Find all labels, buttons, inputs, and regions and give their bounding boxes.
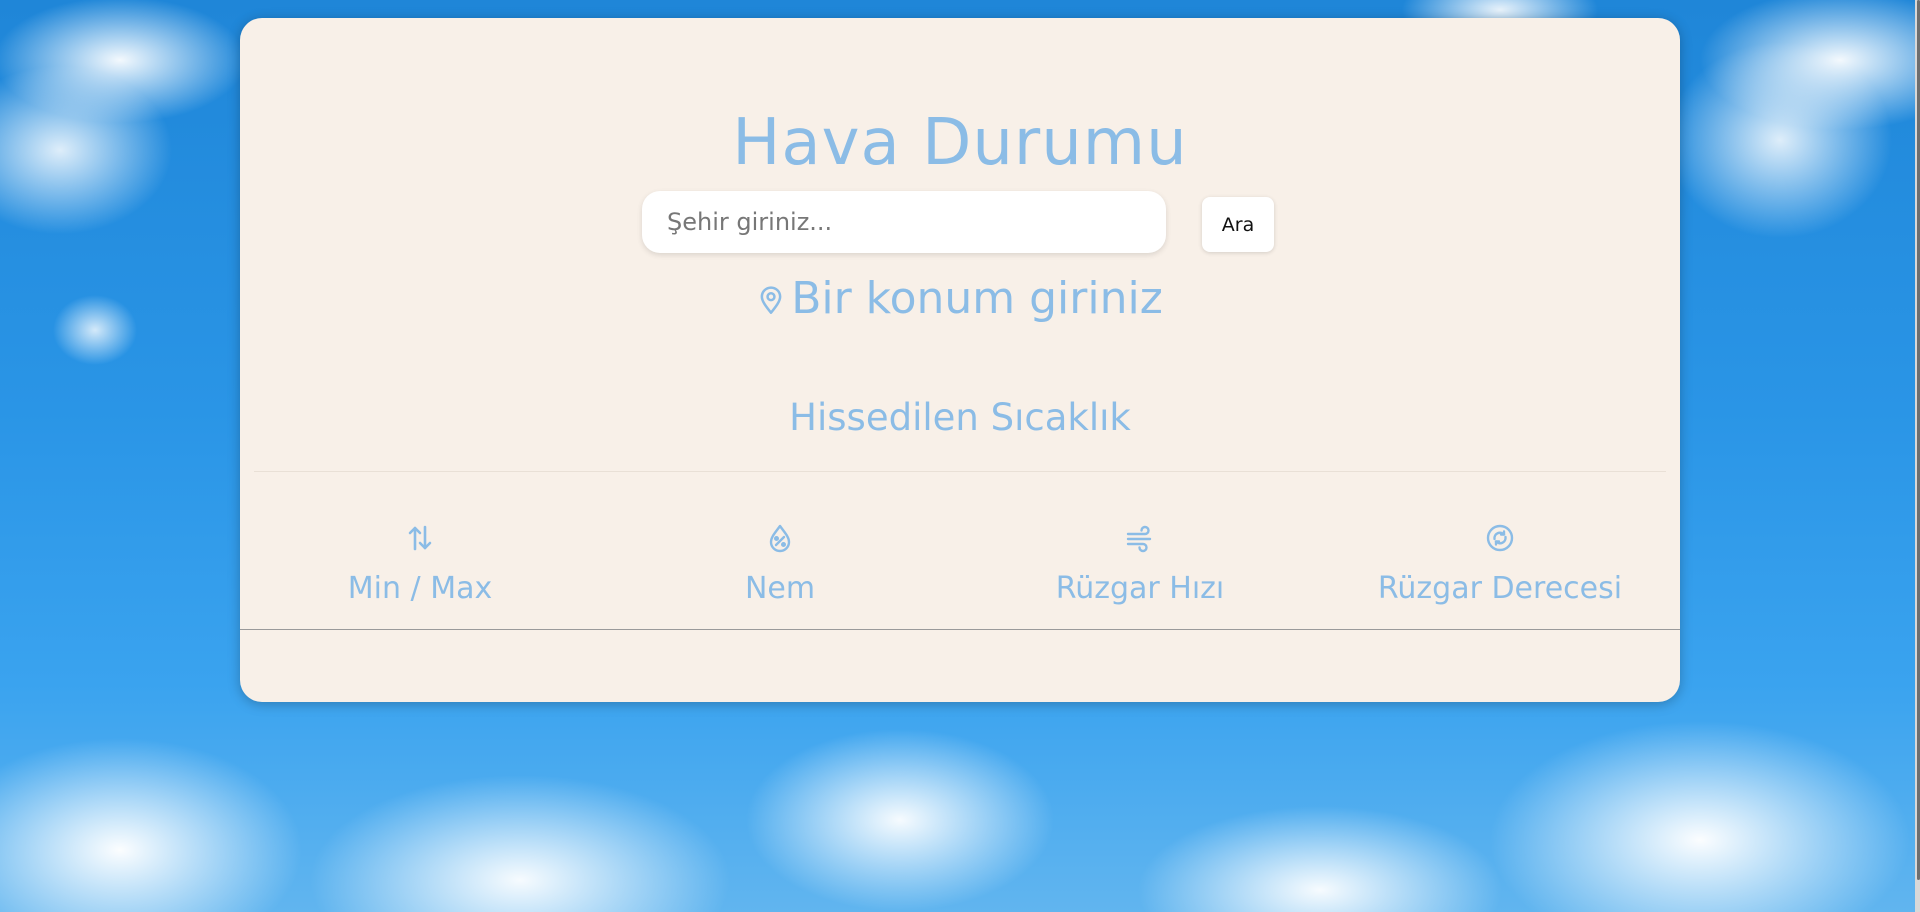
arrows-up-down-icon	[405, 523, 435, 557]
stat-label: Rüzgar Hızı	[1055, 571, 1225, 606]
humidity-drop-icon	[765, 523, 795, 557]
stats-row: Min / Max Nem Rüzgar Hızı Rüzgar Dereces…	[240, 523, 1680, 630]
city-search-input[interactable]	[642, 191, 1166, 253]
divider	[254, 471, 1666, 472]
stat-label: Rüzgar Derecesi	[1377, 571, 1623, 606]
app-title: Hava Durumu	[732, 106, 1188, 180]
compass-cycle-icon	[1485, 523, 1515, 557]
search-button[interactable]: Ara	[1202, 197, 1274, 252]
map-pin-icon	[757, 279, 785, 319]
stat-label: Nem	[744, 571, 816, 606]
weather-card: Hava Durumu Ara Bir konum giriniz Hissed…	[240, 18, 1680, 702]
feels-like-label: Hissedilen Sıcaklık	[789, 396, 1131, 439]
stat-min-max: Min / Max	[240, 523, 600, 629]
scrollbar[interactable]	[1915, 0, 1920, 912]
location-row: Bir konum giriniz	[240, 273, 1680, 324]
stat-label: Min / Max	[347, 571, 493, 606]
wind-icon	[1125, 523, 1155, 557]
stat-wind-degree: Rüzgar Derecesi	[1320, 523, 1680, 629]
stat-humidity: Nem	[600, 523, 960, 629]
location-name: Bir konum giriniz	[791, 273, 1163, 324]
stat-wind-speed: Rüzgar Hızı	[960, 523, 1320, 629]
